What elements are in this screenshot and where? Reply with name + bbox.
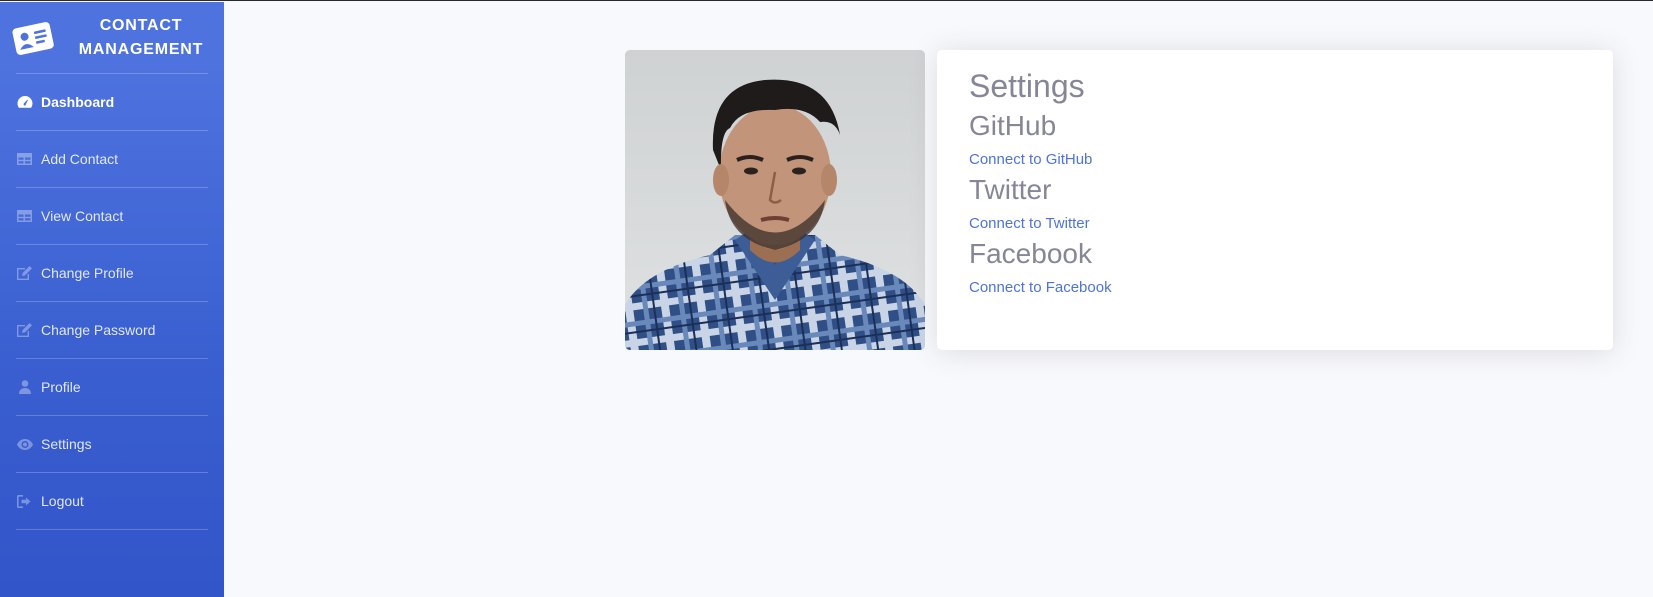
edit-icon [16, 323, 33, 337]
dashboard-icon [16, 95, 33, 109]
sidebar-item-label: Logout [41, 493, 84, 509]
brand-title: CONTACT MANAGEMENT [78, 16, 204, 58]
sidebar-item-view-contact[interactable]: View Contact [0, 188, 224, 244]
sidebar-item-settings[interactable]: Settings [0, 416, 224, 472]
sidebar-item-label: Dashboard [41, 94, 115, 110]
sidebar-item-label: Settings [41, 436, 92, 452]
profile-photo [625, 50, 925, 350]
connect-github-link[interactable]: Connect to GitHub [969, 150, 1581, 170]
twitter-heading: Twitter [969, 174, 1052, 205]
sidebar-item-label: Change Password [41, 322, 156, 338]
sidebar-item-label: Add Contact [41, 151, 119, 167]
contact-card-icon [12, 19, 56, 57]
sidebar-item-change-password[interactable]: Change Password [0, 302, 224, 358]
sidebar-item-dashboard[interactable]: Dashboard [0, 74, 224, 130]
eye-icon [16, 437, 33, 451]
user-icon [16, 380, 33, 394]
sidebar: CONTACT MANAGEMENT Dashboard Add Contact… [0, 2, 224, 597]
sidebar-item-label: Change Profile [41, 265, 134, 281]
table-icon [16, 152, 33, 166]
page-title: Settings [969, 68, 1085, 104]
sidebar-item-label: View Contact [41, 208, 124, 224]
sidebar-item-add-contact[interactable]: Add Contact [0, 131, 224, 187]
connect-twitter-link[interactable]: Connect to Twitter [969, 214, 1581, 234]
sign-out-icon [16, 494, 33, 508]
connect-facebook-link[interactable]: Connect to Facebook [969, 278, 1581, 298]
sidebar-item-logout[interactable]: Logout [0, 473, 224, 529]
sidebar-item-label: Profile [41, 379, 81, 395]
table-icon [16, 209, 33, 223]
settings-card: Settings GitHub Connect to GitHub Twitte… [937, 50, 1613, 350]
sidebar-item-profile[interactable]: Profile [0, 359, 224, 415]
sidebar-brand[interactable]: CONTACT MANAGEMENT [0, 2, 224, 73]
facebook-heading: Facebook [969, 238, 1092, 269]
sidebar-divider [16, 529, 208, 530]
github-heading: GitHub [969, 110, 1057, 141]
edit-icon [16, 266, 33, 280]
sidebar-item-change-profile[interactable]: Change Profile [0, 245, 224, 301]
